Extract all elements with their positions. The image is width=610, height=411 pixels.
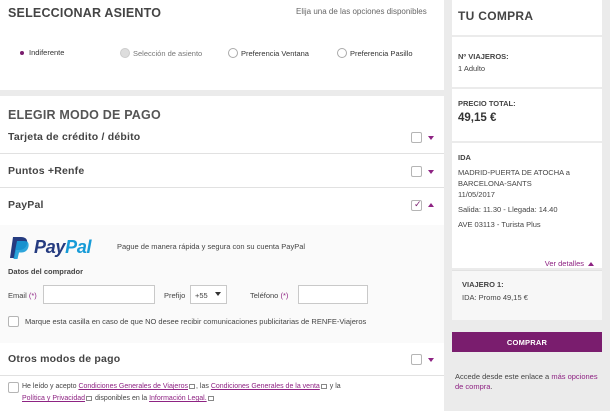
buyer-data-title: Datos del comprador	[8, 267, 84, 276]
summary-travelers: Nº VIAJEROS: 1 Adulto	[452, 37, 602, 87]
external-link-icon	[320, 383, 327, 389]
seat-option-seleccion: Selección de asiento	[120, 48, 202, 58]
payment-panel: ELEGIR MODO DE PAGO Tarjeta de crédito /…	[0, 96, 444, 411]
payment-method-paypal[interactable]: PayPal ✓	[0, 189, 444, 222]
email-field[interactable]	[43, 285, 155, 304]
route-line1: MADRID-PUERTA DE ATOCHA a	[458, 168, 570, 177]
marketing-optout[interactable]: Marque esta casilla en caso de que NO de…	[8, 316, 366, 327]
chevron-down-icon[interactable]	[428, 136, 434, 140]
payment-method-puntos[interactable]: Puntos +Renfe	[0, 155, 444, 188]
seat-option-label: Preferencia Pasillo	[350, 48, 413, 58]
route-line2: BARCELONA-SANTS	[458, 179, 532, 188]
summary-header: TU COMPRA	[452, 0, 602, 35]
details-toggle[interactable]: Ver detalles	[545, 259, 594, 268]
chevron-up-icon[interactable]	[428, 203, 434, 207]
chevron-down-icon[interactable]	[428, 358, 434, 362]
terms-link-privacidad[interactable]: Política y Privacidad	[22, 395, 85, 402]
marketing-text: Marque esta casilla en caso de que NO de…	[25, 317, 367, 326]
radio-disabled-icon	[120, 48, 130, 58]
phone-field[interactable]	[298, 285, 368, 304]
terms-link-venta[interactable]: Condiciones Generales de la venta	[211, 383, 320, 390]
check-icon: ✓	[414, 199, 422, 209]
paypal-logo: PayPal	[8, 235, 92, 259]
payment-method-label: PayPal	[8, 199, 44, 211]
payment-method-label: Otros modos de pago	[8, 353, 121, 365]
terms-text: He leído y acepto Condiciones Generales …	[22, 383, 341, 402]
chevron-down-icon[interactable]	[428, 170, 434, 174]
payment-method-otros[interactable]: Otros modos de pago	[0, 343, 444, 376]
paypal-description: Pague de manera rápida y segura con su c…	[117, 242, 306, 251]
payment-otros-checkbox[interactable]	[411, 354, 422, 365]
trip-times: Salida: 11.30 - Llegada: 14.40	[458, 205, 558, 214]
seat-option-label: Indiferente	[29, 48, 65, 57]
payment-method-label: Tarjeta de crédito / débito	[8, 131, 141, 143]
seat-selection-panel: SELECCIONAR ASIENTO Elija una de las opc…	[0, 0, 444, 90]
traveler-detail-box: VIAJERO 1: IDA: Promo 49,15 €	[452, 270, 602, 320]
payment-puntos-checkbox[interactable]	[411, 166, 422, 177]
summary-trip: IDA MADRID-PUERTA DE ATOCHA a BARCELONA-…	[452, 143, 602, 268]
details-link[interactable]: Ver detalles	[545, 259, 584, 268]
paypal-wordmark: PayPal	[34, 236, 92, 257]
prefix-label: Prefijo	[164, 291, 186, 300]
radio-icon	[228, 48, 238, 58]
paypal-p-icon	[10, 237, 29, 259]
total-price: 49,15 €	[458, 112, 497, 124]
marketing-checkbox[interactable]	[8, 316, 19, 327]
seat-option-label: Preferencia Ventana	[241, 48, 309, 58]
external-link-icon	[189, 383, 196, 389]
traveler-title: VIAJERO 1:	[462, 280, 504, 289]
travelers-value: 1 Adulto	[458, 64, 486, 73]
radio-icon	[337, 48, 347, 58]
external-link-icon	[207, 395, 214, 401]
terms-checkbox[interactable]	[8, 382, 19, 393]
buy-button[interactable]: COMPRAR	[452, 332, 602, 352]
phone-label: Teléfono (*)	[250, 291, 289, 300]
payment-method-card[interactable]: Tarjeta de crédito / débito	[0, 121, 444, 154]
terms-link-viajeros[interactable]: Condiciones Generales de Viajeros	[78, 383, 188, 390]
seat-option-pasillo[interactable]: Preferencia Pasillo	[337, 48, 413, 58]
purchase-summary: TU COMPRA Nº VIAJEROS: 1 Adulto PRECIO T…	[452, 0, 602, 320]
total-label: PRECIO TOTAL:	[458, 99, 516, 108]
seat-section-title: SELECCIONAR ASIENTO	[8, 6, 162, 20]
email-label: Email (*)	[8, 291, 37, 300]
traveler-fare: IDA: Promo 49,15 €	[462, 293, 528, 302]
payment-card-checkbox[interactable]	[411, 132, 422, 143]
external-link-icon	[86, 395, 93, 401]
payment-section-title: ELEGIR MODO DE PAGO	[8, 108, 161, 122]
more-options-text: Accede desde este enlace a más opciones …	[455, 372, 598, 391]
chevron-up-icon	[588, 261, 594, 266]
trip-label: IDA	[458, 153, 471, 162]
seat-option-indiferente[interactable]: Indiferente	[18, 48, 64, 57]
summary-title: TU COMPRA	[458, 9, 534, 23]
paypal-form: PayPal Pague de manera rápida y segura c…	[0, 225, 444, 343]
trip-date: 11/05/2017	[458, 190, 495, 199]
seat-option-ventana[interactable]: Preferencia Ventana	[228, 48, 309, 58]
radio-selected-icon	[18, 48, 26, 57]
chevron-down-icon	[215, 292, 221, 296]
seat-hint: Elija una de las opciones disponibles	[296, 7, 427, 16]
prefix-select[interactable]: +55	[190, 285, 227, 304]
payment-method-label: Puntos +Renfe	[8, 165, 85, 177]
payment-paypal-checkbox[interactable]: ✓	[411, 199, 422, 211]
terms-link-legal[interactable]: Información Legal.	[149, 395, 207, 402]
seat-option-label: Selección de asiento	[133, 48, 203, 58]
travelers-label: Nº VIAJEROS:	[458, 52, 509, 61]
trip-train: AVE 03113 - Turista Plus	[458, 220, 541, 229]
